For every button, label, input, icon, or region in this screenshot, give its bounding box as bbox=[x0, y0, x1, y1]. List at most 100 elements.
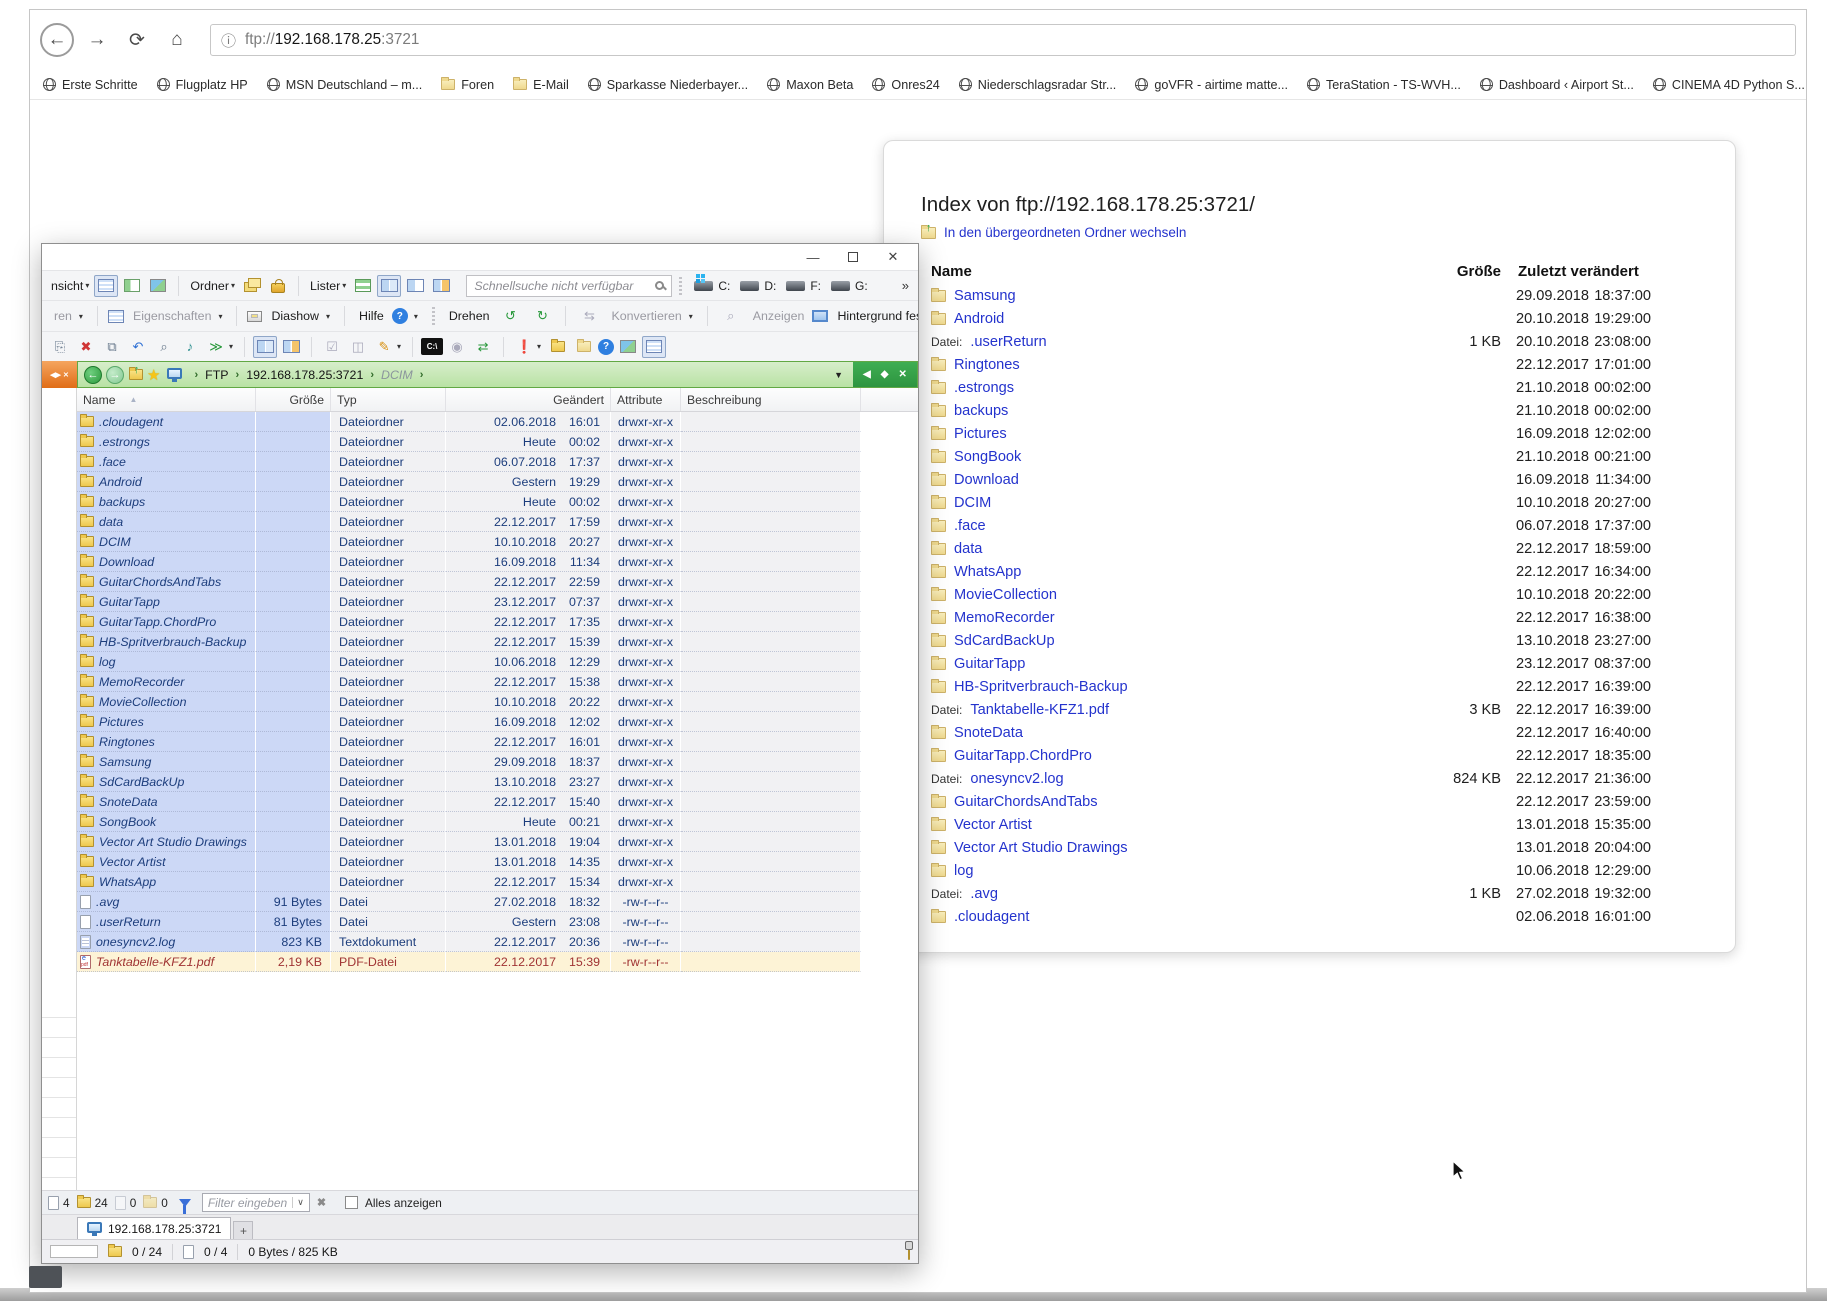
ftp-entry-link[interactable]: HB-Spritverbrauch-Backup bbox=[954, 679, 1128, 695]
bookmark-item[interactable]: goVFR - airtime matte... bbox=[1135, 78, 1288, 92]
breadcrumb-item[interactable]: DCIM bbox=[381, 368, 413, 382]
ftp-entry-link[interactable]: GuitarTapp.ChordPro bbox=[954, 748, 1092, 764]
file-row[interactable]: PicturesDateiordner16.09.201812:02drwxr-… bbox=[77, 712, 918, 732]
forward-button[interactable]: → bbox=[80, 23, 114, 57]
dual-pane-icon[interactable] bbox=[253, 336, 277, 358]
info-icon[interactable]: ⓘ bbox=[221, 30, 236, 51]
pane-close-icon[interactable]: ✕ bbox=[899, 369, 907, 380]
menu-ansicht[interactable]: nsicht bbox=[51, 279, 83, 293]
ftp-entry-link[interactable]: .cloudagent bbox=[954, 909, 1029, 925]
file-row[interactable]: MemoRecorderDateiordner22.12.201715:38dr… bbox=[77, 672, 918, 692]
alert-cursor-icon[interactable]: ❗ bbox=[512, 336, 536, 358]
column-header-attribute[interactable]: Attribute bbox=[611, 388, 681, 411]
file-row[interactable]: .faceDateiordner06.07.201817:37drwxr-xr-… bbox=[77, 452, 918, 472]
parent-directory-link[interactable]: ↑ In den übergeordneten Ordner wechseln bbox=[921, 225, 1186, 240]
column-header-name[interactable]: Name▲ bbox=[77, 388, 256, 411]
file-row[interactable]: backupsDateiordnerHeute00:02drwxr-xr-x bbox=[77, 492, 918, 512]
column-size[interactable]: Größe bbox=[1381, 263, 1501, 280]
paste-icon[interactable]: ⎘ bbox=[48, 336, 72, 358]
ftp-entry-link[interactable]: Ringtones bbox=[954, 357, 1020, 373]
dual-pane-list-icon[interactable] bbox=[403, 275, 427, 297]
folder-locks-icon[interactable] bbox=[266, 275, 290, 297]
pane-media-icon[interactable] bbox=[429, 275, 453, 297]
folder-copy-icon[interactable] bbox=[240, 275, 264, 297]
file-row[interactable]: .userReturn81 BytesDateiGestern23:08-rw-… bbox=[77, 912, 918, 932]
set-background-button[interactable]: Hintergrund festlegen bbox=[812, 309, 918, 323]
show-button[interactable]: ⌕Anzeigen bbox=[718, 305, 807, 327]
ftp-entry-link[interactable]: WhatsApp bbox=[954, 564, 1021, 580]
filter-clear-icon[interactable]: ✖ bbox=[317, 1196, 326, 1209]
help-button[interactable]: Hilfe?▾ bbox=[355, 308, 422, 324]
dual-pane-icon[interactable] bbox=[377, 275, 401, 297]
ftp-entry-link[interactable]: GuitarTapp bbox=[954, 656, 1025, 672]
checklist-icon[interactable]: ☑ bbox=[320, 336, 344, 358]
file-row[interactable]: .estrongsDateiordnerHeute00:02drwxr-xr-x bbox=[77, 432, 918, 452]
rotate-right-button[interactable]: ↻ bbox=[529, 305, 555, 327]
address-bar[interactable]: ← → ↑ ★ ›FTP›192.168.178.25:3721›DCIM› ▼… bbox=[77, 361, 918, 388]
menu-truncated[interactable]: ren▾ bbox=[50, 309, 87, 323]
file-row[interactable]: GuitarTappDateiordner23.12.201707:37drwx… bbox=[77, 592, 918, 612]
column-header-gendert[interactable]: Geändert bbox=[446, 388, 611, 411]
drive-button-D[interactable]: D: bbox=[740, 279, 776, 293]
file-row[interactable]: logDateiordner10.06.201812:29drwxr-xr-x bbox=[77, 652, 918, 672]
list-empty-area[interactable] bbox=[77, 972, 918, 1190]
edit-icon[interactable]: ✎ bbox=[372, 336, 396, 358]
pane-advance-icon[interactable]: ≫ bbox=[204, 336, 228, 358]
file-row[interactable]: onesyncv2.log823 KBTextdokument22.12.201… bbox=[77, 932, 918, 952]
file-row[interactable]: DownloadDateiordner16.09.201811:34drwxr-… bbox=[77, 552, 918, 572]
ftp-entry-link[interactable]: .face bbox=[954, 518, 986, 534]
ftp-entry-link[interactable]: Tanktabelle-KFZ1.pdf bbox=[970, 702, 1109, 718]
file-row[interactable]: RingtonesDateiordner22.12.201716:01drwxr… bbox=[77, 732, 918, 752]
folder-up-icon[interactable]: ↑ bbox=[129, 369, 143, 380]
folder-check-icon[interactable] bbox=[572, 336, 596, 358]
pane-split-icon[interactable]: ◆ bbox=[881, 369, 889, 380]
favorites-star-icon[interactable]: ★ bbox=[147, 366, 160, 384]
ftp-entry-link[interactable]: data bbox=[954, 541, 982, 557]
file-row[interactable]: Vector Art Studio DrawingsDateiordner13.… bbox=[77, 832, 918, 852]
url-bar[interactable]: ⓘ ftp://192.168.178.25:3721 bbox=[210, 24, 1796, 56]
combo-caret-icon[interactable]: ∨ bbox=[292, 1197, 304, 1208]
nav-back-icon[interactable]: ← bbox=[84, 366, 102, 384]
ftp-entry-link[interactable]: onesyncv2.log bbox=[970, 771, 1063, 787]
rotate-left-button[interactable]: ↺ bbox=[497, 305, 523, 327]
folder-icon[interactable] bbox=[546, 336, 570, 358]
file-row[interactable]: Vector ArtistDateiordner13.01.201814:35d… bbox=[77, 852, 918, 872]
pane-close-icon[interactable]: ✕ bbox=[63, 371, 69, 379]
menu-ordner[interactable]: Ordner bbox=[190, 279, 229, 293]
snapshot-icon[interactable]: ◉ bbox=[445, 336, 469, 358]
reload-button[interactable]: ⟳ bbox=[120, 23, 154, 57]
menu-lister[interactable]: Lister bbox=[310, 279, 340, 293]
convert-button[interactable]: ⇆Konvertieren▾ bbox=[576, 305, 696, 327]
ftp-entry-link[interactable]: .userReturn bbox=[970, 334, 1046, 350]
nav-forward-icon[interactable]: → bbox=[106, 366, 124, 384]
console-icon[interactable]: C:\ bbox=[421, 338, 443, 355]
file-row[interactable]: DCIMDateiordner10.10.201820:27drwxr-xr-x bbox=[77, 532, 918, 552]
split-view-icon[interactable]: ◫ bbox=[346, 336, 370, 358]
inactive-pane-header[interactable]: ◀▶✕ bbox=[42, 361, 77, 388]
secondary-pane[interactable] bbox=[42, 388, 77, 1190]
ftp-entry-link[interactable]: DCIM bbox=[954, 495, 991, 511]
ftp-entry-link[interactable]: .estrongs bbox=[954, 380, 1014, 396]
bookmark-item[interactable]: E-Mail bbox=[513, 78, 569, 92]
undo-icon[interactable]: ↶ bbox=[126, 336, 150, 358]
bookmark-item[interactable]: Foren bbox=[441, 78, 494, 92]
properties-button[interactable]: Eigenschaften▾ bbox=[108, 309, 227, 323]
file-row[interactable]: dataDateiordner22.12.201717:59drwxr-xr-x bbox=[77, 512, 918, 532]
column-header-typ[interactable]: Typ bbox=[331, 388, 446, 411]
file-row[interactable]: HB-Spritverbrauch-BackupDateiordner22.12… bbox=[77, 632, 918, 652]
thumbnails-view-icon[interactable] bbox=[146, 275, 170, 297]
bookmark-item[interactable]: MSN Deutschland – m... bbox=[267, 78, 422, 92]
file-row[interactable]: MovieCollectionDateiordner10.10.201820:2… bbox=[77, 692, 918, 712]
file-row[interactable]: SnoteDataDateiordner22.12.201715:40drwxr… bbox=[77, 792, 918, 812]
pane-left-icon[interactable]: ◀ bbox=[863, 369, 871, 380]
filter-funnel-icon[interactable] bbox=[179, 1199, 191, 1207]
bookmark-item[interactable]: Sparkasse Niederbayer... bbox=[588, 78, 748, 92]
bookmark-item[interactable]: Maxon Beta bbox=[767, 78, 853, 92]
copy-icon[interactable]: ⧉ bbox=[100, 336, 124, 358]
back-button[interactable]: ← bbox=[40, 23, 74, 57]
file-row[interactable]: SamsungDateiordner29.09.201818:37drwxr-x… bbox=[77, 752, 918, 772]
ftp-entry-link[interactable]: .avg bbox=[970, 886, 998, 902]
file-row[interactable]: GuitarTapp.ChordProDateiordner22.12.2017… bbox=[77, 612, 918, 632]
tiles-view-icon[interactable] bbox=[120, 275, 144, 297]
toolbar-overflow-icon[interactable]: » bbox=[902, 278, 913, 293]
